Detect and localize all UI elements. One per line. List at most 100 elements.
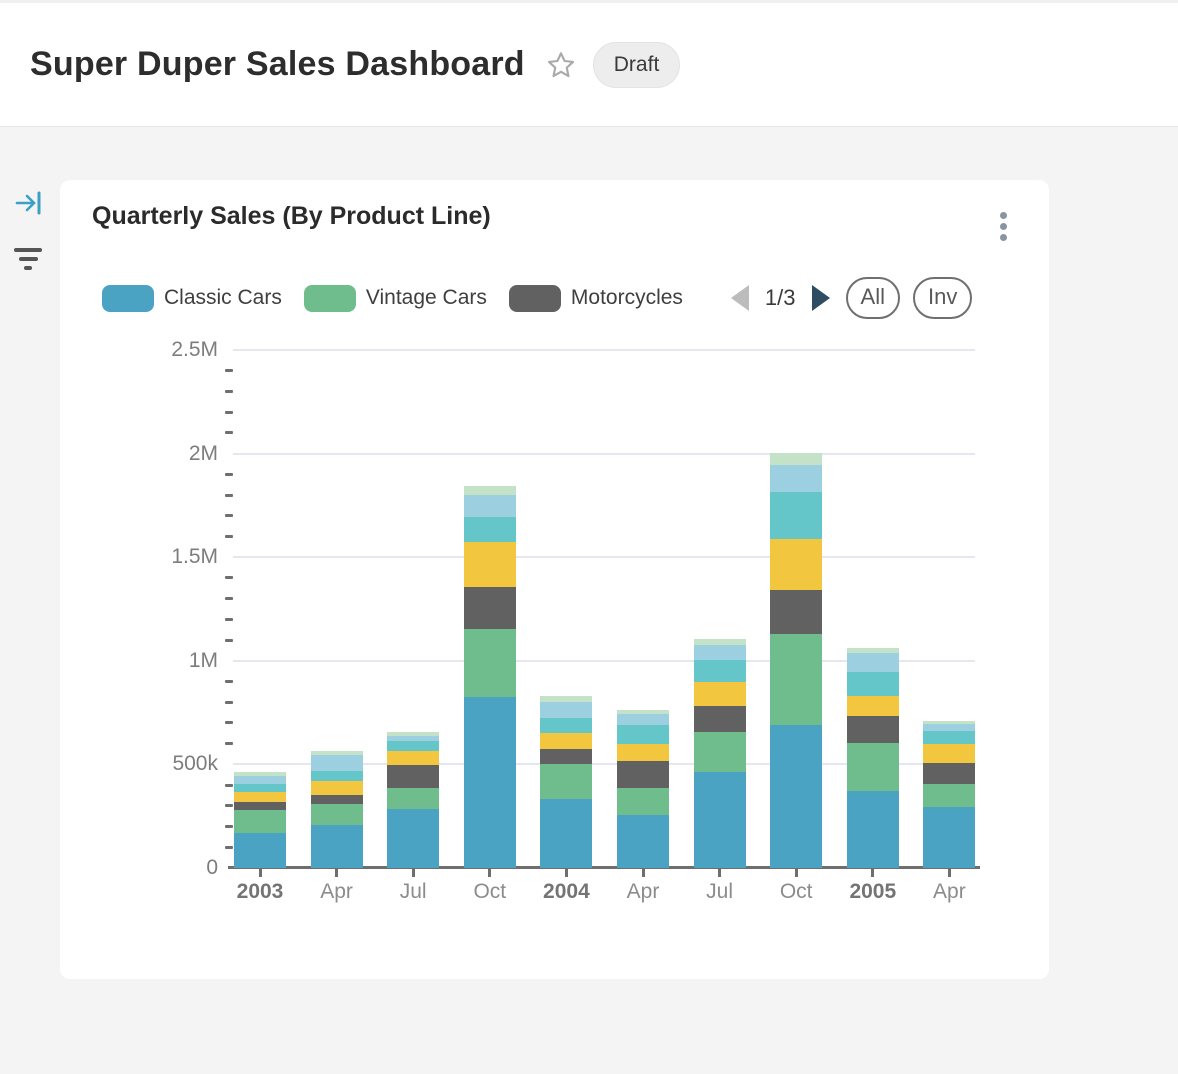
bar-segment[interactable]	[540, 733, 592, 749]
bar-segment[interactable]	[387, 741, 439, 751]
bar-segment[interactable]	[694, 772, 746, 868]
bar-segment[interactable]	[464, 697, 516, 868]
bar-segment[interactable]	[234, 776, 286, 784]
y-minor-tick	[225, 742, 233, 745]
bar-segment[interactable]	[234, 810, 286, 834]
legend-next-icon[interactable]	[812, 285, 830, 311]
bar-segment[interactable]	[387, 788, 439, 809]
bar-segment[interactable]	[540, 718, 592, 732]
bar-segment[interactable]	[464, 486, 516, 495]
bar-segment[interactable]	[694, 706, 746, 732]
bar-segment[interactable]	[847, 716, 899, 743]
bar-segment[interactable]	[923, 807, 975, 868]
bar-segment[interactable]	[387, 765, 439, 788]
bar-segment[interactable]	[540, 799, 592, 868]
bar-segment[interactable]	[311, 825, 363, 867]
bar-segment[interactable]	[617, 725, 669, 744]
bar-segment[interactable]	[770, 492, 822, 539]
bar-segment[interactable]	[311, 755, 363, 771]
bar-segment[interactable]	[770, 539, 822, 590]
favorite-button[interactable]	[543, 47, 579, 83]
legend-prev-icon[interactable]	[731, 285, 749, 311]
chart-card: Quarterly Sales (By Product Line) Classi…	[60, 180, 1049, 979]
bar-segment[interactable]	[694, 732, 746, 772]
x-tick	[871, 869, 874, 877]
bar-segment[interactable]	[311, 771, 363, 781]
x-tick	[412, 869, 415, 877]
filter-button[interactable]	[12, 244, 44, 274]
x-tick	[948, 869, 951, 877]
legend-swatch	[304, 285, 356, 312]
y-minor-tick	[225, 390, 233, 393]
legend-label: Classic Cars	[164, 286, 282, 310]
collapse-panel-button[interactable]	[14, 188, 44, 218]
select-all-button[interactable]: All	[846, 277, 900, 319]
y-axis-label: 2.5M	[118, 338, 218, 362]
legend-item-motorcycles[interactable]: Motorcycles	[509, 285, 683, 312]
legend-item-vintage-cars[interactable]: Vintage Cars	[304, 285, 487, 312]
y-minor-tick	[225, 597, 233, 600]
bar-segment[interactable]	[617, 788, 669, 815]
chart-title: Quarterly Sales (By Product Line)	[92, 202, 491, 231]
bar-segment[interactable]	[311, 795, 363, 804]
kebab-icon	[1000, 212, 1007, 219]
bar-segment[interactable]	[234, 802, 286, 810]
bar-segment[interactable]	[847, 653, 899, 672]
bar-segment[interactable]	[617, 714, 669, 725]
bar-segment[interactable]	[387, 809, 439, 868]
status-badge: Draft	[593, 42, 681, 88]
bar-segment[interactable]	[234, 833, 286, 868]
y-minor-tick	[225, 514, 233, 517]
y-minor-tick	[225, 473, 233, 476]
filter-lines-icon	[14, 248, 42, 252]
bar-segment[interactable]	[311, 804, 363, 826]
bar-segment[interactable]	[464, 629, 516, 697]
bar-segment[interactable]	[540, 749, 592, 765]
bar-segment[interactable]	[617, 761, 669, 788]
bar-segment[interactable]	[464, 587, 516, 629]
card-menu-button[interactable]	[992, 212, 1014, 252]
bar-segment[interactable]	[770, 634, 822, 725]
y-minor-tick	[225, 369, 233, 372]
bar-segment[interactable]	[770, 465, 822, 492]
bar-segment[interactable]	[617, 815, 669, 868]
legend-item-classic-cars[interactable]: Classic Cars	[102, 285, 282, 312]
bar-segment[interactable]	[540, 764, 592, 799]
bar-segment[interactable]	[540, 702, 592, 719]
bar-segment[interactable]	[464, 517, 516, 542]
bar-segment[interactable]	[847, 791, 899, 868]
bar-segment[interactable]	[694, 645, 746, 659]
gridline	[233, 453, 975, 455]
y-minor-tick	[225, 701, 233, 704]
bar-segment[interactable]	[847, 672, 899, 696]
bar-segment[interactable]	[694, 660, 746, 682]
bar-segment[interactable]	[464, 542, 516, 587]
bar-segment[interactable]	[847, 696, 899, 716]
bar-segment[interactable]	[387, 751, 439, 765]
bar-segment[interactable]	[770, 725, 822, 868]
bar-segment[interactable]	[923, 763, 975, 784]
bar-segment[interactable]	[770, 453, 822, 466]
legend-swatch	[102, 285, 154, 312]
y-minor-tick	[225, 535, 233, 538]
bar-segment[interactable]	[770, 590, 822, 634]
invert-selection-button[interactable]: Inv	[913, 277, 972, 319]
x-axis-label: Apr	[904, 880, 994, 904]
bar-segment[interactable]	[847, 743, 899, 791]
bar-segment[interactable]	[617, 744, 669, 761]
y-axis-label: 1.5M	[118, 545, 218, 569]
bar-segment[interactable]	[694, 682, 746, 706]
bar-segment[interactable]	[234, 784, 286, 792]
bar-segment[interactable]	[234, 792, 286, 802]
bar-segment[interactable]	[464, 495, 516, 517]
gridline	[233, 556, 975, 558]
y-minor-tick	[225, 846, 233, 849]
bar-apr	[311, 751, 363, 868]
bar-2003	[234, 772, 286, 868]
bar-segment[interactable]	[311, 781, 363, 795]
bar-segment[interactable]	[923, 731, 975, 744]
y-minor-tick	[225, 494, 233, 497]
bar-segment[interactable]	[923, 784, 975, 808]
bar-segment[interactable]	[923, 724, 975, 731]
bar-segment[interactable]	[923, 744, 975, 762]
